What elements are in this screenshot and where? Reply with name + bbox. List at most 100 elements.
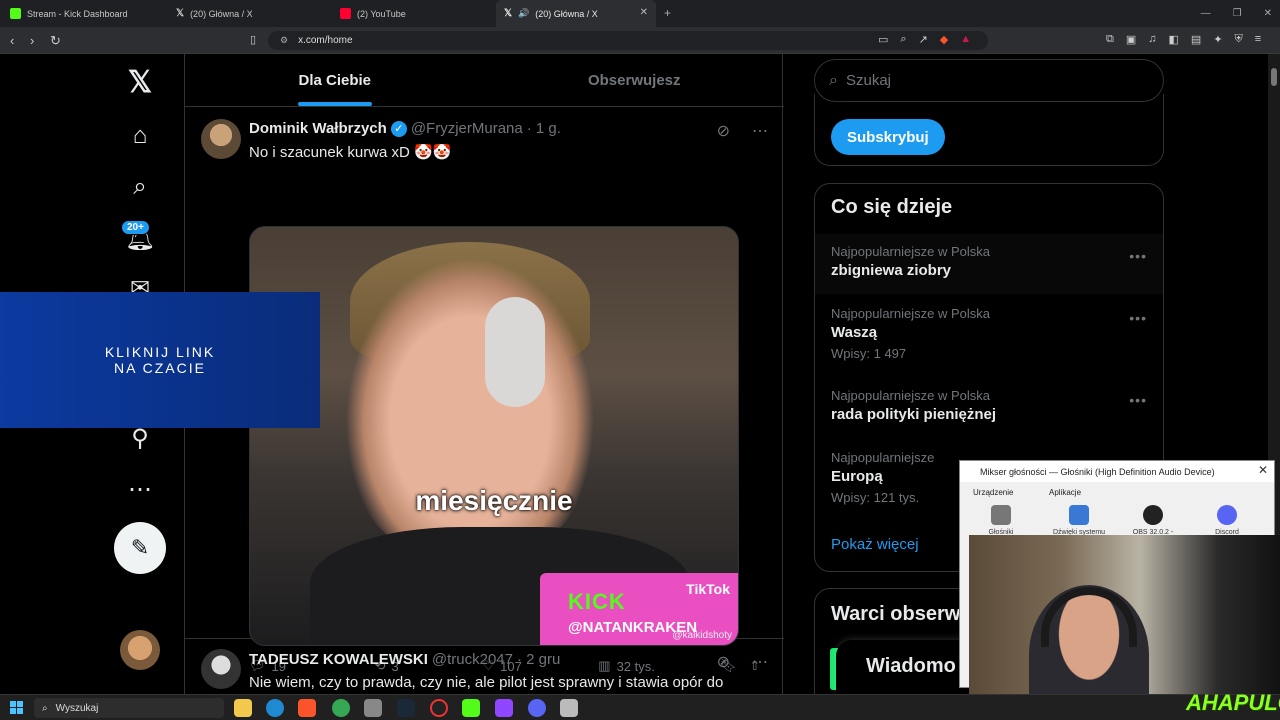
browser-tab-bar: Stream - Kick Dashboard 𝕏 (20) Główna / … — [0, 0, 1280, 27]
stream-overlay-banner: KLIKNIJ LINK NA CZACIE — [0, 292, 320, 428]
trend-more-icon[interactable]: ••• — [1129, 310, 1147, 326]
extensions-icon[interactable]: ⧉ — [1106, 33, 1114, 46]
steam-icon[interactable] — [397, 699, 415, 717]
tiktok-logo: TikTok — [686, 581, 730, 597]
menu-icon[interactable]: ≡ — [1255, 33, 1261, 46]
zoom-icon[interactable]: ⌕ — [900, 33, 906, 46]
explore-icon[interactable]: ⌕ — [120, 167, 160, 207]
windows-taskbar: ⌕ Wyszukaj — [0, 694, 1280, 720]
subscribe-button[interactable]: Subskrybuj — [831, 119, 945, 155]
video-frame-headphone — [485, 297, 545, 407]
tweet-header: Dominik Wałbrzych ✓ @FryzjerMurana · 1 g… — [249, 120, 561, 137]
bookmark-icon[interactable]: ▯ — [250, 33, 256, 46]
volume-mixer-taskbar-icon[interactable] — [560, 699, 578, 717]
discord-icon — [1217, 505, 1237, 525]
edge-icon[interactable] — [266, 699, 284, 717]
home-icon[interactable]: ⌂ — [120, 116, 160, 156]
mixer-close-icon[interactable]: ✕ — [1258, 463, 1268, 477]
tweet-author-name[interactable]: Dominik Wałbrzych — [249, 120, 387, 137]
trend-more-icon[interactable]: ••• — [1129, 392, 1147, 408]
scroll-thumb[interactable] — [1271, 68, 1277, 86]
mixer-speakers[interactable]: Głośniki — [970, 505, 1032, 536]
screen-cast-icon[interactable]: ▭ — [878, 33, 888, 46]
tab-for-you[interactable]: Dla Ciebie — [185, 54, 485, 106]
more-icon[interactable]: ⋯ — [120, 469, 160, 509]
obs-taskbar-icon[interactable] — [430, 699, 448, 717]
tweet-video[interactable]: miesięcznie KICK @NATANKRAKEN TikTok @ka… — [249, 226, 739, 646]
account-avatar[interactable] — [120, 630, 160, 670]
tweet-more-icon[interactable]: ⋯ — [752, 121, 768, 141]
close-tab-icon[interactable]: ✕ — [640, 7, 648, 18]
tweet-author-name[interactable]: TADEUSZ KOWALEWSKI — [249, 651, 428, 668]
tweet[interactable]: TADEUSZ KOWALEWSKI @truck2047 · 2 gru ⊘ … — [185, 639, 784, 694]
mixer-obs[interactable]: OBS 32.0.2 - — [1122, 505, 1184, 536]
app-icon[interactable] — [364, 699, 382, 717]
show-more-link[interactable]: Pokaż więcej — [831, 536, 919, 553]
post-button[interactable]: ✎ — [114, 522, 166, 574]
tweet-top-actions: ⊘ ⋯ — [717, 652, 768, 672]
who-to-follow-title: Warci obserw — [831, 603, 961, 625]
tweet-author-handle[interactable]: @FryzjerMurana — [411, 120, 523, 137]
forward-icon[interactable]: › — [30, 33, 34, 48]
chrome-icon[interactable] — [332, 699, 350, 717]
reload-icon[interactable]: ↻ — [50, 33, 61, 49]
trend-name: Waszą — [831, 324, 878, 341]
tweet-more-icon[interactable]: ⋯ — [752, 652, 768, 672]
file-explorer-icon[interactable] — [234, 699, 252, 717]
grok-icon[interactable]: ⊘ — [717, 652, 730, 672]
tweet-author-avatar[interactable] — [201, 649, 241, 689]
brave-icon[interactable] — [298, 699, 316, 717]
close-window-icon[interactable]: ✕ — [1264, 8, 1272, 19]
new-tab-button[interactable]: + — [664, 6, 671, 20]
tab-title: (2) YouTube — [357, 8, 406, 19]
trend-item[interactable]: Najpopularniejsze w Polska zbigniewa zio… — [815, 234, 1163, 294]
back-icon[interactable]: ‹ — [10, 33, 14, 48]
maximize-icon[interactable]: ❐ — [1233, 8, 1242, 19]
overlay-line-2: NA CZACIE — [114, 360, 206, 376]
verified-badge-icon: ✓ — [390, 120, 407, 137]
mixer-system-sounds[interactable]: Dźwięki systemu — [1048, 505, 1110, 536]
tab-following[interactable]: Obserwujesz — [485, 54, 785, 106]
tweet-time[interactable]: · 1 g. — [527, 120, 561, 137]
trend-item[interactable]: Najpopularniejsze w Polska Waszą Wpisy: … — [815, 306, 1163, 380]
tab-youtube[interactable]: (2) YouTube — [332, 0, 497, 27]
extensions-bar: ⧉ ▣ ♫ ◧ ▤ ✦ ⛨ ≡ — [1106, 33, 1261, 46]
search-placeholder: Szukaj — [845, 72, 891, 89]
minimize-icon[interactable]: — — [1201, 8, 1211, 19]
tweet-text: Nie wiem, czy to prawda, czy nie, ale pi… — [249, 674, 724, 691]
tab-kick-dashboard[interactable]: Stream - Kick Dashboard — [2, 0, 167, 27]
tweet-author-avatar[interactable] — [201, 119, 241, 159]
kick-app-icon[interactable] — [462, 699, 480, 717]
x-logo-icon[interactable]: 𝕏 — [120, 62, 160, 102]
media-icon[interactable]: ♫ — [1148, 33, 1156, 46]
vpn-icon[interactable]: ⛨ — [1235, 33, 1243, 46]
system-sounds-icon — [1069, 505, 1089, 525]
tab-title: Stream - Kick Dashboard — [27, 8, 128, 19]
tab-x-home-active[interactable]: 𝕏 🔊 (20) Główna / X ✕ — [496, 0, 656, 27]
trend-context: Najpopularniejsze w Polska — [831, 244, 990, 259]
trend-more-icon[interactable]: ••• — [1129, 248, 1147, 264]
wallet-icon[interactable]: ▤ — [1191, 33, 1201, 46]
subscribe-card: Subskrybuj — [814, 94, 1164, 166]
sidebar-icon[interactable]: ◧ — [1169, 33, 1179, 46]
brave-shield-icon[interactable]: ◆ — [940, 33, 948, 46]
brave-rewards-icon[interactable]: ▲ — [960, 33, 971, 46]
search-icon: ⌕ — [829, 71, 838, 89]
tab-search-icon[interactable]: ▣ — [1126, 33, 1136, 46]
tweet-time[interactable]: · 2 gru — [517, 651, 560, 668]
site-info-icon[interactable]: ⚙ — [280, 35, 288, 46]
start-button[interactable] — [10, 701, 23, 714]
tweet-author-handle[interactable]: @truck2047 — [432, 651, 513, 668]
tweet-text: No i szacunek kurwa xD 🤡🤡 — [249, 144, 452, 161]
trend-item[interactable]: Najpopularniejsze w Polska rada polityki… — [815, 388, 1163, 440]
leo-ai-icon[interactable]: ✦ — [1213, 33, 1222, 46]
share-icon[interactable]: ↗ — [919, 33, 928, 46]
mixer-discord[interactable]: Discord — [1196, 505, 1258, 536]
twitch-icon[interactable] — [495, 699, 513, 717]
discord-taskbar-icon[interactable] — [528, 699, 546, 717]
grok-icon[interactable]: ⊘ — [717, 121, 730, 141]
search-input[interactable]: ⌕ Szukaj — [814, 59, 1164, 102]
tab-x-home[interactable]: 𝕏 (20) Główna / X — [168, 0, 333, 27]
kick-favicon-icon — [10, 8, 21, 19]
taskbar-search[interactable]: ⌕ Wyszukaj — [34, 698, 224, 718]
